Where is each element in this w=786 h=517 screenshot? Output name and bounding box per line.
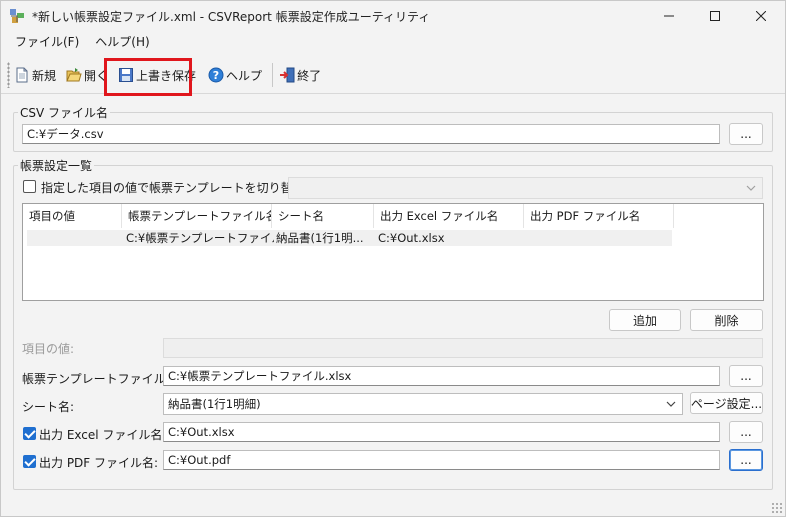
chevron-down-icon [746, 185, 756, 191]
table-cell: 納品書(1行1明... [276, 231, 364, 245]
svg-text:?: ? [213, 69, 219, 82]
item-value-input[interactable] [163, 338, 763, 358]
table-cell [526, 230, 672, 246]
switch-template-checkbox[interactable] [23, 180, 36, 193]
help-icon: ? [208, 67, 224, 83]
window-title: *新しい帳票設定ファイル.xml - CSVReport 帳票設定作成ユーティリ… [32, 10, 431, 24]
add-button[interactable]: 追加 [609, 309, 681, 331]
table-cell: C:¥帳票テンプレートファイル... [126, 231, 274, 245]
column-header-sheet[interactable]: シート名 [272, 204, 374, 228]
switch-item-combo[interactable] [288, 177, 763, 199]
new-label: 新規 [32, 68, 57, 83]
pdf-output-checkbox[interactable] [23, 455, 36, 468]
open-folder-icon [66, 68, 82, 82]
template-file-label: 帳票テンプレートファイル名: [22, 372, 182, 386]
toolbar-divider [272, 63, 274, 87]
pdf-output-input[interactable]: C:¥Out.pdf [163, 450, 720, 470]
close-button[interactable] [738, 1, 784, 31]
toolbar-grip[interactable] [7, 62, 10, 88]
excel-output-checkbox[interactable] [23, 427, 36, 440]
menu-file[interactable]: ファイル(F) [8, 32, 86, 52]
csv-group-title: CSV ファイル名 [18, 104, 111, 121]
exit-icon [280, 67, 295, 83]
column-header-item-value[interactable]: 項目の値 [23, 204, 122, 228]
save-highlight-box [104, 58, 192, 96]
table-row[interactable]: C:¥帳票テンプレートファイル... 納品書(1行1明... C:¥Out.xl… [27, 230, 672, 246]
app-icon [10, 9, 24, 23]
pdf-output-label: 出力 PDF ファイル名: [39, 456, 159, 470]
sheet-name-label: シート名: [22, 400, 75, 414]
csv-browse-button[interactable]: ... [729, 123, 763, 145]
close-icon [756, 11, 766, 21]
table-cell [27, 230, 124, 246]
list-header: 項目の値 帳票テンプレートファイル名 シート名 出力 Excel ファイル名 出… [23, 204, 674, 228]
pdf-browse-button[interactable]: ... [729, 449, 763, 471]
settings-group-title: 帳票設定一覧 [18, 157, 95, 174]
delete-button[interactable]: 削除 [690, 309, 763, 331]
excel-browse-button[interactable]: ... [729, 421, 763, 443]
title-bar: *新しい帳票設定ファイル.xml - CSVReport 帳票設定作成ユーティリ… [1, 1, 785, 31]
help-button[interactable]: ? ヘルプ [206, 62, 264, 88]
sheet-name-combo[interactable]: 納品書(1行1明細) [163, 393, 683, 415]
template-file-input[interactable]: C:¥帳票テンプレートファイル.xlsx [163, 366, 720, 386]
table-cell: C:¥Out.xlsx [378, 231, 445, 245]
page-setup-button[interactable]: ページ設定... [690, 392, 763, 414]
column-header-pdf[interactable]: 出力 PDF ファイル名 [524, 204, 674, 228]
menu-help[interactable]: ヘルプ(H) [88, 32, 156, 52]
exit-button[interactable]: 終了 [277, 62, 323, 88]
minimize-icon [664, 15, 674, 17]
switch-template-label: 指定した項目の値で帳票テンプレートを切り替える: [41, 181, 321, 195]
new-button[interactable]: 新規 [12, 62, 58, 88]
settings-list[interactable]: 項目の値 帳票テンプレートファイル名 シート名 出力 Excel ファイル名 出… [22, 203, 764, 301]
column-header-excel[interactable]: 出力 Excel ファイル名 [374, 204, 524, 228]
menu-bar: ファイル(F) ヘルプ(H) [1, 31, 785, 53]
help-label: ヘルプ [226, 68, 263, 83]
new-file-icon [16, 67, 28, 83]
column-header-template[interactable]: 帳票テンプレートファイル名 [122, 204, 272, 228]
template-browse-button[interactable]: ... [729, 365, 763, 387]
excel-output-label: 出力 Excel ファイル名: [39, 428, 167, 442]
resize-grip[interactable] [771, 502, 783, 514]
excel-output-input[interactable]: C:¥Out.xlsx [163, 422, 720, 442]
sheet-name-value: 納品書(1行1明細) [168, 397, 261, 411]
maximize-icon [710, 11, 720, 21]
chevron-down-icon [666, 401, 676, 407]
maximize-button[interactable] [692, 1, 738, 31]
exit-label: 終了 [297, 68, 322, 83]
main-window: *新しい帳票設定ファイル.xml - CSVReport 帳票設定作成ユーティリ… [0, 0, 786, 517]
csv-file-input[interactable]: C:¥データ.csv [22, 124, 720, 144]
minimize-button[interactable] [646, 1, 692, 31]
item-value-label: 項目の値: [22, 342, 75, 356]
